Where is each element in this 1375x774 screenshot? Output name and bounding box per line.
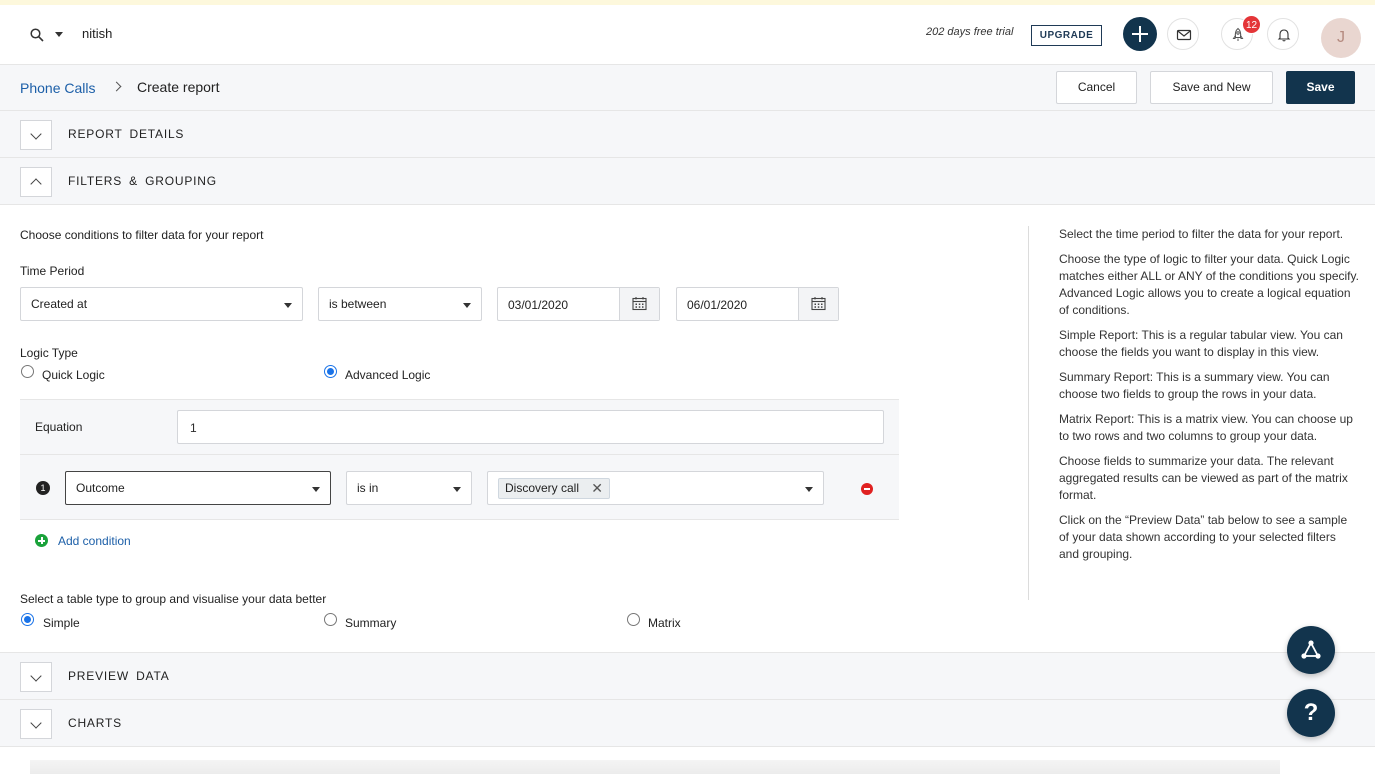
search-icon[interactable] [30, 28, 44, 42]
advanced-logic-panel: Equation 1 1 Outcome is in Discovery cal… [20, 399, 899, 520]
equation-input[interactable]: 1 [177, 410, 884, 444]
help-text: Select the time period to filter the dat… [1059, 227, 1344, 241]
value-chip-label: Discovery call [505, 481, 580, 495]
date-to-calendar-button[interactable] [798, 288, 838, 320]
calendar-icon [811, 297, 826, 311]
table-matrix-radio[interactable] [627, 613, 640, 626]
assistant-fab-button[interactable] [1287, 626, 1335, 674]
help-text: Choose fields to summarize your data. Th… [1059, 454, 1348, 502]
collapse-filters-chevron-up-icon[interactable] [20, 167, 52, 197]
save-button[interactable]: Save [1286, 71, 1355, 104]
save-and-new-button[interactable]: Save and New [1150, 71, 1273, 104]
trial-status: 202 days free trial [926, 26, 1014, 38]
value-chip: Discovery call ✕ [498, 478, 611, 499]
table-simple-radio[interactable] [21, 613, 34, 626]
search-input[interactable]: nitish [82, 26, 112, 41]
remove-condition-minus-icon[interactable] [861, 483, 873, 495]
time-field-select[interactable]: Created at [20, 287, 303, 321]
mail-icon [1176, 29, 1192, 41]
add-condition-link[interactable]: Add condition [58, 534, 131, 548]
chevron-down-icon [463, 303, 471, 308]
condition-value-multiselect[interactable]: Discovery call ✕ [487, 471, 824, 505]
logic-advanced-radio[interactable] [324, 365, 337, 378]
help-fab-button[interactable]: ? [1287, 689, 1335, 737]
top-bar: nitish 202 days free trial UPGRADE 12 J [0, 5, 1375, 65]
cancel-button[interactable]: Cancel [1056, 71, 1137, 104]
page-title: Create report [137, 79, 220, 95]
condition-field-value: Outcome [76, 481, 125, 495]
section-preview-data[interactable]: PREVIEW DATA [0, 653, 1375, 700]
table-type-label: Select a table type to group and visuali… [20, 592, 327, 606]
chevron-down-icon [453, 487, 461, 492]
help-text: Simple Report: This is a regular tabular… [1059, 328, 1343, 359]
bell-icon [1277, 29, 1291, 42]
table-matrix-label[interactable]: Matrix [648, 616, 681, 630]
add-condition-plus-icon[interactable] [35, 534, 48, 547]
section-title-filters-grouping: FILTERS & GROUPING [68, 174, 217, 188]
chevron-down-icon [805, 487, 813, 492]
condition-field-select[interactable]: Outcome [65, 471, 331, 505]
user-avatar[interactable]: J [1321, 18, 1361, 58]
table-summary-label[interactable]: Summary [345, 616, 396, 630]
date-from-value: 03/01/2020 [508, 298, 569, 312]
help-divider [1028, 226, 1029, 600]
time-field-value: Created at [31, 297, 88, 311]
upgrade-button[interactable]: UPGRADE [1031, 25, 1102, 46]
divider [20, 454, 899, 455]
logic-type-label: Logic Type [20, 346, 78, 360]
expand-preview-chevron-down-icon[interactable] [20, 662, 52, 692]
equation-label: Equation [35, 420, 83, 434]
section-filters-grouping[interactable]: FILTERS & GROUPING [0, 158, 1375, 205]
logic-advanced-label[interactable]: Advanced Logic [345, 368, 430, 382]
breadcrumb-phone-calls[interactable]: Phone Calls [20, 80, 96, 96]
help-text: Matrix Report: This is a matrix view. Yo… [1059, 412, 1353, 443]
equation-value: 1 [190, 421, 197, 435]
notification-count-badge: 12 [1242, 15, 1261, 34]
help-panel: Select the time period to filter the dat… [1059, 226, 1359, 571]
calendar-icon [632, 297, 647, 311]
section-report-details[interactable]: REPORT DETAILS [0, 111, 1375, 158]
remove-chip-close-icon[interactable]: ✕ [591, 479, 603, 498]
chevron-down-icon [312, 487, 320, 492]
condition-operator-value: is in [357, 481, 379, 495]
time-operator-select[interactable]: is between [318, 287, 482, 321]
time-operator-value: is between [329, 297, 387, 311]
section-title-preview-data: PREVIEW DATA [68, 669, 170, 683]
network-graph-icon [1301, 640, 1321, 659]
date-to-value: 06/01/2020 [687, 298, 748, 312]
table-summary-radio[interactable] [324, 613, 337, 626]
help-text: Summary Report: This is a summary view. … [1059, 370, 1330, 401]
bottom-shadow [30, 760, 1280, 774]
date-from-calendar-button[interactable] [619, 288, 659, 320]
expand-charts-chevron-down-icon[interactable] [20, 709, 52, 739]
add-new-button[interactable] [1123, 17, 1157, 51]
breadcrumb-chevron-icon [111, 81, 122, 92]
section-charts[interactable]: CHARTS [0, 700, 1375, 747]
section-title-charts: CHARTS [68, 716, 122, 730]
expand-report-details-chevron-down-icon[interactable] [20, 120, 52, 150]
date-from-input[interactable]: 03/01/2020 [497, 287, 660, 321]
section-title-report-details: REPORT DETAILS [68, 127, 185, 141]
filters-heading: Choose conditions to filter data for you… [20, 228, 264, 242]
condition-number-badge: 1 [36, 481, 50, 495]
time-period-label: Time Period [20, 264, 85, 278]
filters-content: Choose conditions to filter data for you… [0, 206, 1375, 653]
search-scope-dropdown-icon[interactable] [55, 32, 63, 37]
help-text: Click on the “Preview Data” tab below to… [1059, 513, 1348, 561]
chevron-down-icon [284, 303, 292, 308]
mail-button[interactable] [1167, 18, 1199, 50]
help-text: Choose the type of logic to filter your … [1059, 252, 1359, 317]
logic-quick-radio[interactable] [21, 365, 34, 378]
table-simple-label[interactable]: Simple [43, 616, 80, 630]
notifications-button[interactable] [1267, 18, 1299, 50]
date-to-input[interactable]: 06/01/2020 [676, 287, 839, 321]
page-header: Phone Calls Create report Cancel Save an… [0, 65, 1375, 111]
logic-quick-label[interactable]: Quick Logic [42, 368, 105, 382]
condition-operator-select[interactable]: is in [346, 471, 472, 505]
